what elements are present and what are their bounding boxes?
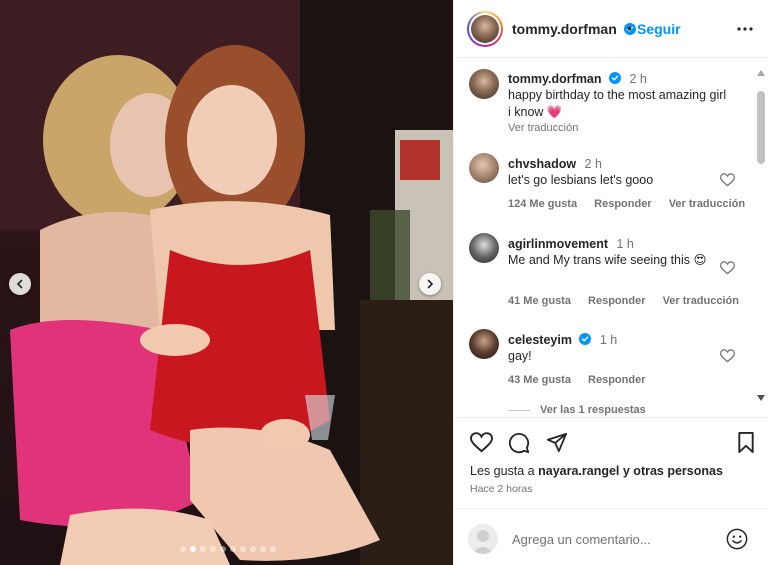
author-avatar[interactable] <box>467 11 503 47</box>
chevron-right-icon <box>427 279 434 289</box>
view-replies-button[interactable]: Ver las 1 respuestas <box>508 404 646 416</box>
heart-icon <box>719 173 736 187</box>
comment-avatar[interactable] <box>469 329 499 359</box>
comment-meta: 124 Me gusta Responder Ver traducción <box>508 198 759 210</box>
like-button[interactable] <box>470 432 493 458</box>
author-username-text[interactable]: tommy.dorfman <box>512 21 617 37</box>
scroll-up-arrow-icon[interactable] <box>756 69 766 77</box>
comment-likes[interactable]: 43 Me gusta <box>508 374 571 386</box>
emoji-icon <box>726 528 748 550</box>
carousel-prev-button[interactable] <box>9 273 31 295</box>
comment-time: 2 h <box>629 72 647 86</box>
comment-like-button[interactable] <box>719 349 736 368</box>
reply-button[interactable]: Responder <box>588 295 645 307</box>
share-button[interactable] <box>546 432 568 458</box>
add-comment-input[interactable] <box>512 529 712 549</box>
comment-text: let's go lesbians let's gooo <box>508 173 654 187</box>
comment-time: 1 h <box>599 333 618 347</box>
comment-text: happy birthday to the most amazing girl … <box>508 88 727 119</box>
follow-button[interactable]: Seguir <box>637 21 681 37</box>
chevron-left-icon <box>16 279 23 289</box>
caption-comment: tommy.dorfman 2 h happy birthday to the … <box>454 69 754 139</box>
carousel-dot <box>240 546 246 552</box>
carousel-dot-active <box>190 546 196 552</box>
reply-button[interactable]: Responder <box>588 374 645 386</box>
emoji-button[interactable] <box>726 528 748 555</box>
photo-illustration <box>0 0 453 565</box>
carousel-dot <box>220 546 226 552</box>
comment-likes[interactable]: 41 Me gusta <box>508 295 571 307</box>
liked-by-user[interactable]: nayara.rangel <box>538 464 619 478</box>
comment-item: agirlinmovement 1 h Me and My trans wife… <box>454 233 754 309</box>
comment-meta: 43 Me gusta Responder <box>508 374 660 386</box>
translate-link[interactable]: Ver traducción <box>508 122 578 134</box>
comment-text: Me and My trans wife seeing this 😍 <box>508 253 707 267</box>
scroll-down-arrow-icon[interactable] <box>756 394 766 402</box>
verified-badge-icon <box>608 72 621 84</box>
translate-link[interactable]: Ver traducción <box>663 295 739 307</box>
likes-summary: Les gusta a nayara.rangel y otras person… <box>470 464 723 478</box>
bookmark-icon <box>738 432 754 453</box>
more-options-icon <box>737 27 753 31</box>
comment-meta: 41 Me gusta Responder Ver traducción <box>508 295 753 307</box>
likes-prefix: Les gusta a <box>470 464 539 478</box>
comment-likes[interactable]: 124 Me gusta <box>508 198 577 210</box>
translate-link[interactable]: Ver traducción <box>669 198 745 210</box>
scrollbar-thumb[interactable] <box>757 91 765 164</box>
comment-username[interactable]: celesteyim <box>508 333 572 347</box>
carousel-dot <box>200 546 206 552</box>
carousel-dot <box>260 546 266 552</box>
comments-scrollbar[interactable] <box>754 69 768 409</box>
comment-username[interactable]: tommy.dorfman <box>508 72 602 86</box>
comment-text: gay! <box>508 349 532 363</box>
likes-suffix[interactable]: y otras personas <box>619 464 723 478</box>
verified-badge-icon <box>579 333 592 345</box>
comment-avatar[interactable] <box>469 69 499 99</box>
carousel-dot <box>230 546 236 552</box>
comment-avatar[interactable] <box>469 233 499 263</box>
actions-divider <box>454 417 768 418</box>
post-timestamp[interactable]: Hace 2 horas <box>470 483 532 495</box>
comment-avatar[interactable] <box>469 153 499 183</box>
send-icon <box>546 432 568 453</box>
comment-like-button[interactable] <box>719 261 736 280</box>
reply-button[interactable]: Responder <box>594 198 651 210</box>
current-user-avatar <box>468 524 498 554</box>
carousel-dot <box>270 546 276 552</box>
post-header: tommy.dorfman • Seguir <box>454 0 768 58</box>
more-options-button[interactable] <box>737 22 753 41</box>
carousel-next-button[interactable] <box>419 273 441 295</box>
add-comment-bar <box>454 508 768 565</box>
comment-icon <box>508 432 530 454</box>
comment-time: 2 h <box>584 157 602 171</box>
comment-like-button[interactable] <box>719 173 736 192</box>
author-username[interactable]: tommy.dorfman <box>512 21 636 37</box>
post-side-panel: tommy.dorfman • Seguir tommy.dorfman 2 h… <box>453 0 768 565</box>
comments-list[interactable]: tommy.dorfman 2 h happy birthday to the … <box>454 59 768 416</box>
carousel-dot <box>250 546 256 552</box>
default-avatar-icon <box>472 530 494 554</box>
comment-button[interactable] <box>508 432 530 459</box>
carousel-indicator <box>180 546 276 552</box>
carousel-dot <box>180 546 186 552</box>
header-separator: • <box>627 20 632 36</box>
comment-time: 1 h <box>616 237 634 251</box>
heart-icon <box>470 432 493 453</box>
comment-item: chvshadow 2 h let's go lesbians let's go… <box>454 153 754 213</box>
carousel-dot <box>210 546 216 552</box>
comment-item: celesteyim 1 h gay! 43 Me gusta Responde… <box>454 329 754 389</box>
post-photo[interactable] <box>0 0 453 565</box>
heart-icon <box>719 261 736 275</box>
comment-username[interactable]: agirlinmovement <box>508 237 608 251</box>
comment-username[interactable]: chvshadow <box>508 157 576 171</box>
save-button[interactable] <box>737 432 755 458</box>
heart-icon <box>719 349 736 363</box>
